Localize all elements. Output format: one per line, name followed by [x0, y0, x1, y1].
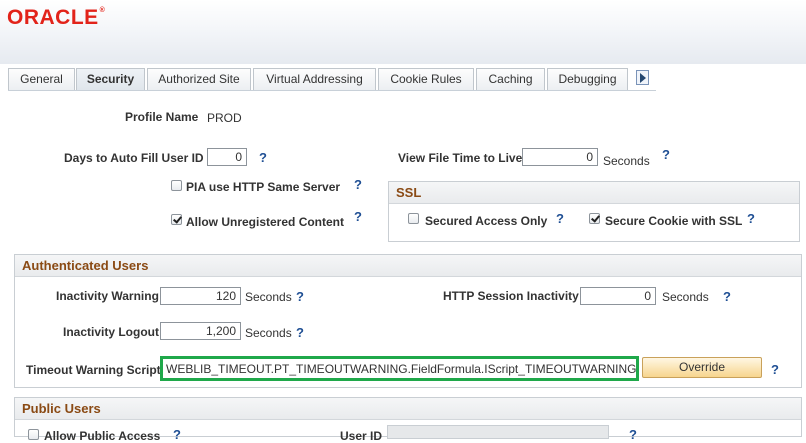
- ssl-group-header: [389, 182, 799, 204]
- help-icon[interactable]: ?: [259, 150, 267, 165]
- tab-underline: [8, 90, 656, 91]
- tab-scroll-next-button[interactable]: [636, 70, 649, 85]
- header-bar: [0, 0, 806, 64]
- help-icon[interactable]: ?: [296, 325, 304, 340]
- inactivity-logout-input[interactable]: 1,200: [160, 322, 241, 340]
- secured-access-label: Secured Access Only: [425, 214, 548, 228]
- tab-virtual-addressing[interactable]: Virtual Addressing: [253, 68, 376, 90]
- http-session-inactivity-unit: Seconds: [662, 290, 709, 304]
- help-icon[interactable]: ?: [723, 289, 731, 304]
- inactivity-warning-label: Inactivity Warning: [56, 289, 159, 303]
- http-session-inactivity-label: HTTP Session Inactivity: [443, 289, 579, 303]
- secure-cookie-checkbox[interactable]: [589, 213, 600, 224]
- help-icon[interactable]: ?: [771, 362, 779, 377]
- tab-general[interactable]: General: [8, 68, 75, 90]
- secure-cookie-label: Secure Cookie with SSL: [605, 214, 743, 228]
- help-icon[interactable]: ?: [556, 211, 564, 226]
- pia-http-checkbox[interactable]: [171, 180, 182, 191]
- timeout-warning-script-value[interactable]: WEBLIB_TIMEOUT.PT_TIMEOUTWARNING.FieldFo…: [166, 362, 636, 376]
- allow-unregistered-checkbox[interactable]: [171, 214, 182, 225]
- triangle-right-icon: [640, 73, 646, 83]
- oracle-logo: ORACLE®: [7, 6, 106, 29]
- tab-caching[interactable]: Caching: [476, 68, 545, 90]
- help-icon[interactable]: ?: [354, 209, 362, 224]
- ssl-group-title: SSL: [396, 185, 422, 200]
- inactivity-logout-label: Inactivity Logout: [63, 325, 159, 339]
- view-file-time-input[interactable]: 0: [522, 148, 598, 166]
- help-icon[interactable]: ?: [354, 177, 362, 192]
- days-auto-fill-input[interactable]: 0: [207, 148, 247, 166]
- secured-access-checkbox[interactable]: [408, 213, 419, 224]
- help-icon[interactable]: ?: [747, 211, 755, 226]
- allow-public-access-label: Allow Public Access: [44, 429, 161, 443]
- public-user-id-label: User ID: [340, 429, 383, 443]
- pia-http-label: PIA use HTTP Same Server: [186, 180, 341, 194]
- days-auto-fill-label: Days to Auto Fill User ID: [64, 151, 204, 165]
- inactivity-warning-unit: Seconds: [245, 290, 292, 304]
- public-user-id-input[interactable]: [387, 425, 609, 439]
- allow-unregistered-label: Allow Unregistered Content: [186, 215, 345, 229]
- override-button[interactable]: Override: [642, 357, 762, 378]
- tab-authorized-site[interactable]: Authorized Site: [147, 68, 251, 90]
- profile-name-value: PROD: [207, 111, 242, 125]
- inactivity-logout-unit: Seconds: [245, 326, 292, 340]
- view-file-time-unit: Seconds: [603, 154, 650, 168]
- public-users-header: [15, 398, 801, 420]
- help-icon[interactable]: ?: [662, 147, 670, 162]
- view-file-time-label: View File Time to Live: [398, 151, 523, 165]
- profile-name-label: Profile Name: [125, 110, 199, 124]
- tab-debugging[interactable]: Debugging: [547, 68, 628, 90]
- tab-security[interactable]: Security: [76, 68, 145, 91]
- timeout-warning-script-label: Timeout Warning Script: [26, 363, 161, 377]
- ssl-group: SSL: [388, 181, 800, 242]
- authenticated-users-title: Authenticated Users: [22, 258, 149, 273]
- inactivity-warning-input[interactable]: 120: [160, 287, 241, 305]
- help-icon[interactable]: ?: [296, 289, 304, 304]
- tab-cookie-rules[interactable]: Cookie Rules: [378, 68, 474, 90]
- http-session-inactivity-input[interactable]: 0: [580, 287, 656, 305]
- public-users-title: Public Users: [22, 401, 101, 416]
